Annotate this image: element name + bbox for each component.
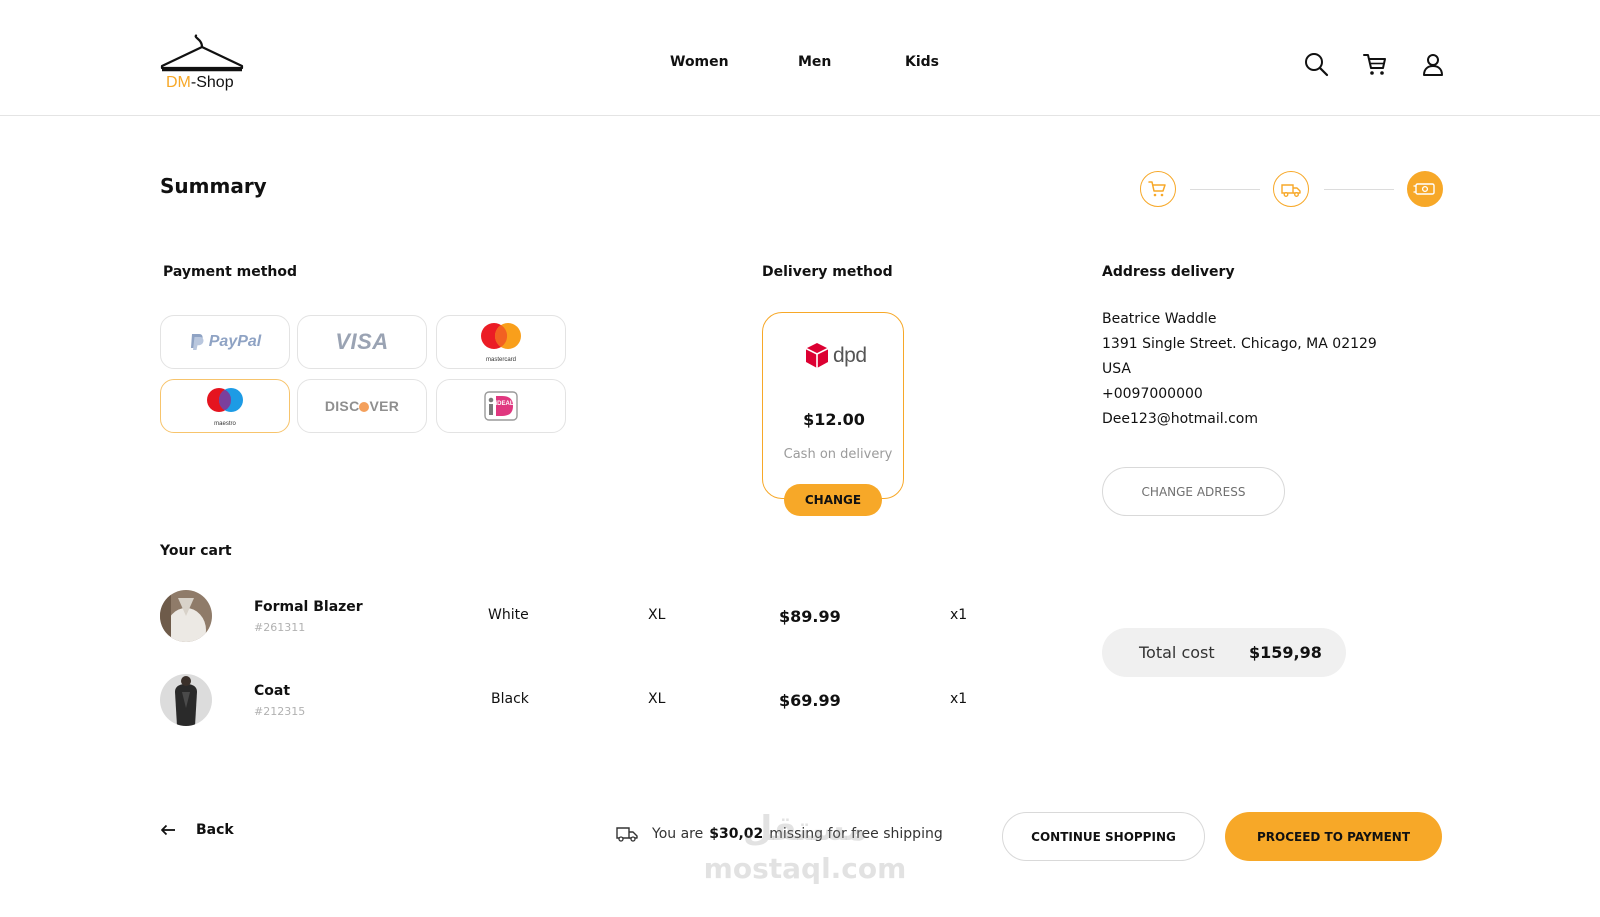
address-email: Dee123@hotmail.com (1102, 411, 1259, 427)
total-cost-value: $159,98 (1249, 643, 1322, 662)
product-thumbnail-blazer[interactable] (160, 590, 212, 642)
ideal-icon: iDEAL (484, 391, 518, 421)
logo-text-prefix: DM (166, 74, 191, 91)
watermark-latin: mostaql.com (703, 852, 907, 885)
hanger-icon (160, 34, 244, 72)
cart-item-name[interactable]: Coat (254, 683, 290, 699)
delivery-truck-icon (1281, 184, 1301, 197)
paypal-icon (190, 334, 204, 350)
brand-logo[interactable]: DM-Shop (160, 34, 244, 94)
step-delivery[interactable] (1273, 171, 1309, 207)
ideal-label: iDEAL (496, 401, 514, 407)
maestro-icon (207, 388, 243, 412)
proceed-to-payment-button[interactable]: PROCEED TO PAYMENT (1225, 812, 1442, 861)
nav-item-women[interactable]: Women (670, 54, 729, 70)
free-shipping-note: You are $30,02 missing for free shipping (616, 826, 943, 842)
back-label: Back (196, 822, 234, 838)
cart-item-size: XL (648, 691, 666, 707)
address-street: 1391 Single Street. Chicago, MA 02129 (1102, 336, 1377, 352)
maestro-caption: maestro (214, 421, 236, 427)
watermark: مستقل mostaql.com (690, 805, 920, 885)
mastercard-icon (481, 323, 521, 349)
address-phone: +0097000000 (1102, 386, 1203, 402)
mastercard-caption: mastercard (485, 357, 516, 363)
carrier-name: dpd (833, 343, 867, 367)
address-name: Beatrice Waddle (1102, 311, 1217, 327)
nav-item-men[interactable]: Men (798, 54, 831, 70)
discover-dot-icon (359, 402, 370, 412)
step-payment[interactable] (1407, 171, 1443, 207)
search-icon[interactable] (1302, 50, 1330, 78)
cart-item-sku: #261311 (254, 621, 306, 634)
cart-item-sku: #212315 (254, 705, 306, 718)
payment-method-heading: Payment method (163, 264, 298, 280)
cart-item-price: $89.99 (779, 607, 841, 626)
step-cart[interactable] (1140, 171, 1176, 207)
payment-option-discover[interactable]: DISC VER (297, 379, 427, 433)
cart-icon[interactable] (1361, 50, 1389, 78)
paypal-label: PayPal (208, 333, 262, 350)
payment-option-ideal[interactable]: iDEAL (436, 379, 566, 433)
shipping-prefix: You are (652, 826, 704, 842)
address-country: USA (1102, 361, 1131, 377)
cart-icon (1148, 181, 1166, 197)
cart-item-quantity: x1 (950, 691, 968, 707)
dpd-logo: dpd (805, 342, 867, 369)
delivery-option-card[interactable]: dpd $12.00 Cash on delivery (762, 312, 904, 499)
cart-item-color: Black (491, 691, 529, 707)
product-thumbnail-coat[interactable] (160, 674, 212, 726)
site-header: DM-Shop Women Men Kids (0, 0, 1600, 116)
address-delivery-heading: Address delivery (1102, 264, 1235, 280)
shipping-truck-icon (616, 827, 638, 842)
payment-option-paypal[interactable]: PayPal (160, 315, 290, 369)
total-cost-label: Total cost (1139, 643, 1215, 662)
cart-item-quantity: x1 (950, 607, 968, 623)
cart-item: Formal Blazer #261311 White XL $89.99 x1 (160, 590, 980, 644)
delivery-price: $12.00 (803, 410, 865, 429)
shipping-suffix: missing for free shipping (769, 826, 943, 842)
continue-shopping-button[interactable]: CONTINUE SHOPPING (1002, 812, 1205, 861)
page-title: Summary (160, 174, 267, 198)
payment-option-visa[interactable]: VISA (297, 315, 427, 369)
cart-item-color: White (488, 607, 529, 623)
payment-option-maestro[interactable]: maestro (160, 379, 290, 433)
arrow-left-icon (161, 824, 175, 836)
user-icon[interactable] (1419, 50, 1447, 78)
nav-item-kids[interactable]: Kids (905, 54, 939, 70)
cart-item-name[interactable]: Formal Blazer (254, 599, 363, 615)
discover-label: DISC VER (324, 398, 400, 414)
visa-label: VISA (335, 329, 389, 354)
cart-item-size: XL (648, 607, 666, 623)
maestro-logo: maestro (200, 385, 250, 427)
shipping-missing-amount: $30,02 (709, 826, 764, 842)
cart-item: Coat #212315 Black XL $69.99 x1 (160, 674, 980, 728)
back-link[interactable]: Back (160, 822, 234, 838)
payment-option-mastercard[interactable]: mastercard (436, 315, 566, 369)
your-cart-heading: Your cart (160, 543, 232, 559)
stepper-connector (1324, 189, 1394, 190)
logo-text: DM-Shop (166, 74, 234, 92)
total-cost-box: Total cost $159,98 (1102, 628, 1346, 677)
change-address-button[interactable]: CHANGE ADRESS (1102, 467, 1285, 516)
dpd-cube-icon (805, 343, 829, 368)
change-delivery-button[interactable]: CHANGE (784, 484, 882, 516)
delivery-method-heading: Delivery method (762, 264, 893, 280)
payment-icon (1413, 183, 1435, 195)
mastercard-logo: mastercard (476, 321, 526, 363)
logo-text-suffix: -Shop (190, 74, 234, 91)
cart-item-price: $69.99 (779, 691, 841, 710)
delivery-payment-note: Cash on delivery (783, 447, 893, 462)
stepper-connector (1190, 189, 1260, 190)
